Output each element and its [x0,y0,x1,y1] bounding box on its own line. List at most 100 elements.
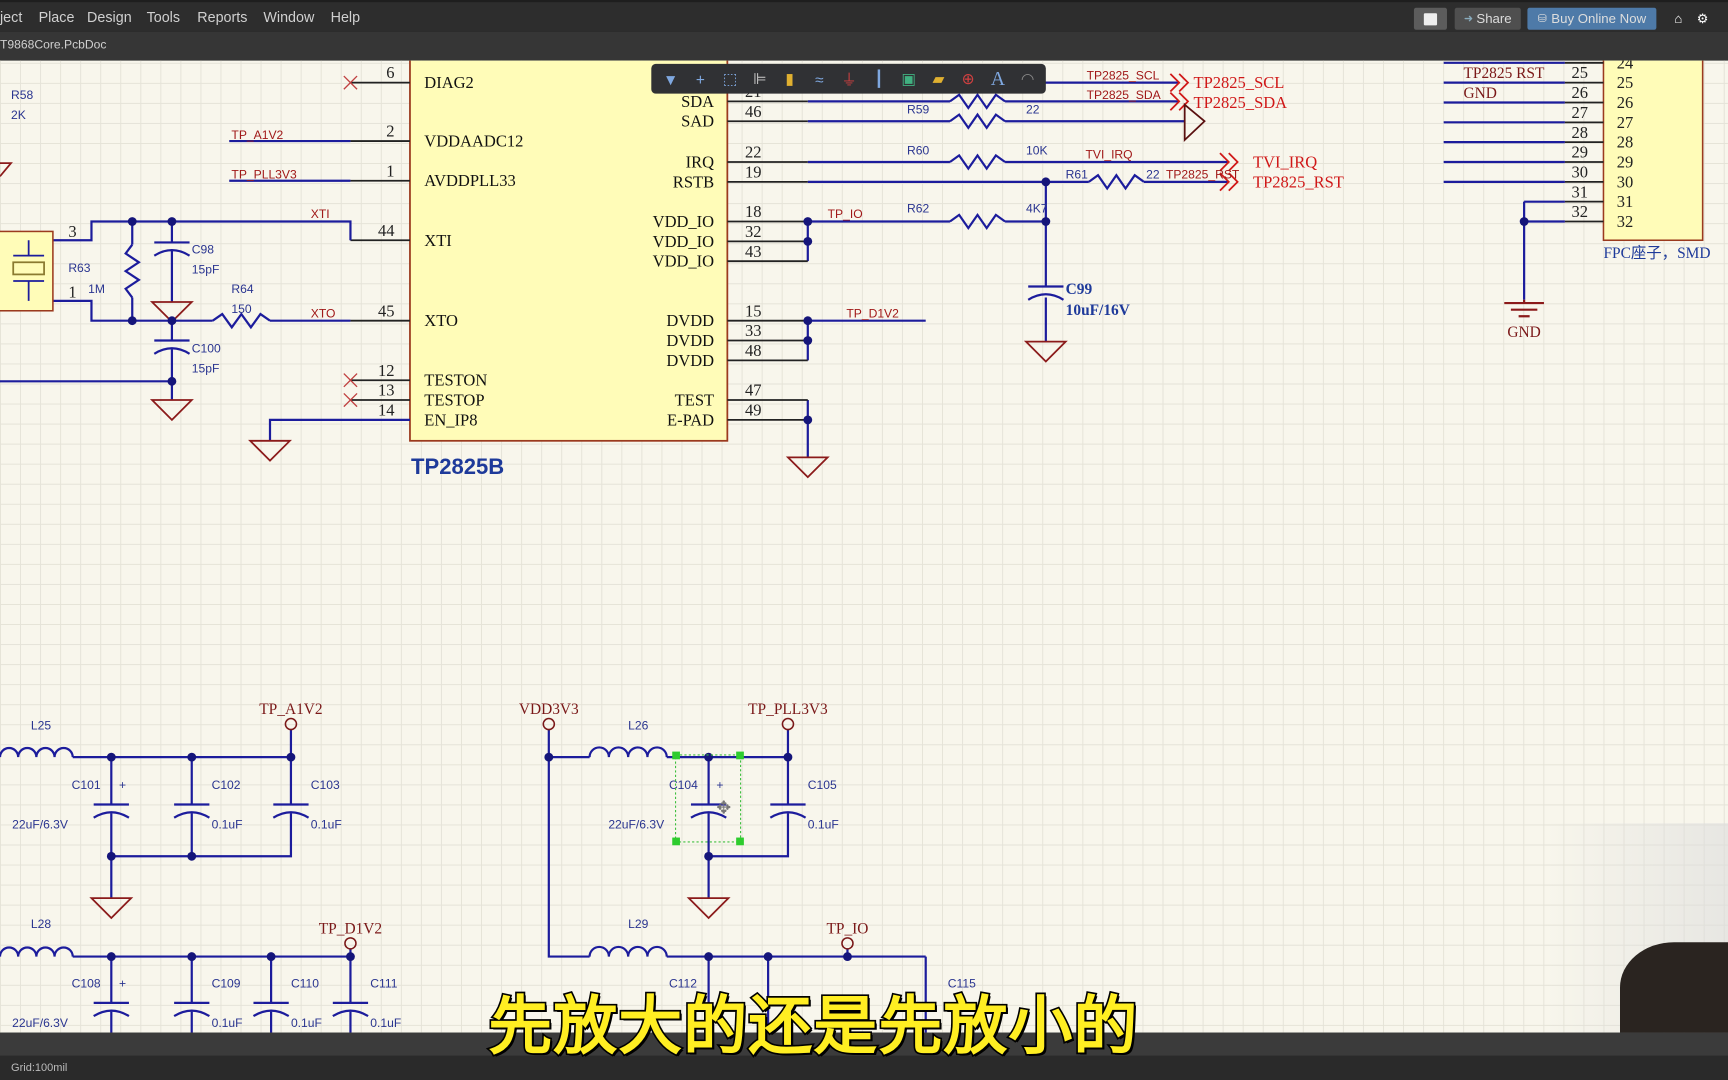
inductor-l28[interactable] [0,946,74,957]
pin-name: VDDAADC12 [424,132,523,151]
chat-button[interactable] [1413,7,1447,30]
share-button[interactable]: ➜ Share [1454,7,1521,30]
power-port-icon[interactable]: ⏚ [836,68,861,90]
menu-tools[interactable]: Tools [147,9,180,26]
c108-value: 22uF/6.3V [12,1016,69,1030]
bus-icon[interactable]: ┃ [866,68,891,90]
c105-value: 0.1uF [808,818,839,832]
pin-number: 44 [378,221,395,240]
resistor-sad[interactable] [949,112,1006,130]
c103-ref: C103 [311,778,340,792]
fpc-pin-number: 32 [1617,212,1634,231]
c101-value: 22uF/6.3V [12,818,69,832]
c98-value: 15pF [192,262,220,276]
net-label-tp-a1v2: TP_A1V2 [231,128,283,142]
ground-symbol [1023,340,1068,363]
arc-icon[interactable]: ◠ [1015,68,1040,90]
cross-icon[interactable]: + [688,68,713,90]
pin-name: VDD_IO [653,232,715,251]
document-tab[interactable]: T9868Core.PcbDoc [0,39,106,52]
l29-ref: L29 [628,917,648,931]
pin-name: SAD [681,112,714,131]
select-rect-icon[interactable]: ⬚ [717,68,742,90]
power-tp-pll3v3: TP_PLL3V3 [748,701,828,718]
component-icon[interactable]: ▮ [777,68,802,90]
no-erc-icon[interactable]: ⊕ [955,68,980,90]
c102-value: 0.1uF [212,818,243,832]
buy-online-button[interactable]: ⛁ Buy Online Now [1527,7,1657,30]
port-sda[interactable]: TP2825_SDA [1194,93,1288,112]
fpc-net-rst: TP2825 RST [1464,65,1545,82]
pin-name: E-PAD [667,410,714,429]
port-rst[interactable]: TP2825_RST [1253,172,1344,191]
active-bar-toolbar: ▼ + ⬚ ⊫ ▮ ≈ ⏚ ┃ ▣ ▰ ⊕ A ◠ [651,63,1046,94]
c111-value: 0.1uF [370,1016,401,1030]
menu-window[interactable]: Window [263,9,314,26]
ground-symbol [149,399,194,422]
port-scl[interactable]: TP2825_SCL [1194,73,1285,92]
resistor-r61[interactable] [1088,173,1145,191]
text-icon[interactable]: A [985,67,1010,90]
r62-value: 4K7 [1026,202,1048,216]
r58-value: 2K [11,108,26,122]
c104-polarity: + [716,778,723,792]
harness-icon[interactable]: ≈ [807,68,832,90]
resistor-r63[interactable] [123,243,141,299]
filter-icon[interactable]: ▼ [658,68,683,90]
r64-value: 150 [231,302,251,316]
pin-name: XTO [424,311,458,330]
pin-name: SDA [681,92,714,111]
r61-value: 22 [1146,168,1160,182]
schematic-canvas[interactable]: TP2825B 6 DIAG2 2 VDDAADC12 1 AVDDPLL33 44 XTI 4… [0,60,1728,1033]
net-label-tp-io: TP_IO [828,207,863,221]
port-icon[interactable]: ▰ [926,68,951,90]
sheet-symbol-icon[interactable]: ▣ [896,68,921,90]
resistor-r60[interactable] [949,153,1006,171]
pin-name: DVDD [666,351,714,370]
crystal-pin-3: 3 [68,222,76,241]
inductor-l26[interactable] [588,746,668,758]
home-icon[interactable]: ⌂ [1670,8,1688,30]
no-connect-marks [343,75,358,408]
menu-place[interactable]: Place [39,9,75,26]
ground-symbol-partial [0,162,13,177]
pin-number: 18 [745,202,762,221]
fpc-pin-number: 26 [1617,93,1634,112]
pin-number: 1 [386,161,394,180]
power-tp-io: TP_IO [826,920,868,937]
l25-ref: L25 [31,719,51,733]
fpc-net-gnd: GND [1464,85,1497,102]
inductor-l25[interactable] [0,746,74,758]
menu-project[interactable]: ject [0,9,22,26]
menu-reports[interactable]: Reports [197,9,247,26]
pin-number: 15 [745,301,762,320]
resistor-r64[interactable] [212,312,271,330]
gear-icon[interactable]: ⚙ [1694,8,1712,30]
pin-name: EN_IP8 [424,410,477,429]
pin-name: TEST [675,391,714,410]
presenter-avatar [1619,942,1728,1033]
c108-polarity: + [119,976,126,990]
resistor-r59[interactable] [949,92,1006,110]
fpc-pin-number-outer: 30 [1572,162,1589,181]
c98-ref: C98 [192,242,214,256]
net-label-scl: TP2825_SCL [1087,68,1160,82]
fpc-pin-number: 30 [1617,172,1634,191]
fpc-wires [1443,61,1565,300]
align-icon[interactable]: ⊫ [747,68,772,90]
fpc-pin-number-outer: 29 [1572,143,1589,162]
pin-number: 6 [386,63,394,82]
r61-ref: R61 [1066,168,1088,182]
pin-name: TESTOP [424,391,484,410]
menu-design[interactable]: Design [87,9,132,26]
grid-status: Grid:100mil [11,1062,68,1075]
port-tvi-irq[interactable]: TVI_IRQ [1253,153,1317,172]
pin-number: 22 [745,143,762,162]
wire-right-nets [806,81,1229,458]
menu-help[interactable]: Help [331,9,360,26]
inductor-l29[interactable] [588,945,668,957]
pin-name: DIAG2 [424,73,474,92]
power-tp-d1v2: TP_D1V2 [319,920,382,937]
resistor-r62[interactable] [949,212,1006,231]
fpc-pin-number-outer: 25 [1572,63,1589,82]
